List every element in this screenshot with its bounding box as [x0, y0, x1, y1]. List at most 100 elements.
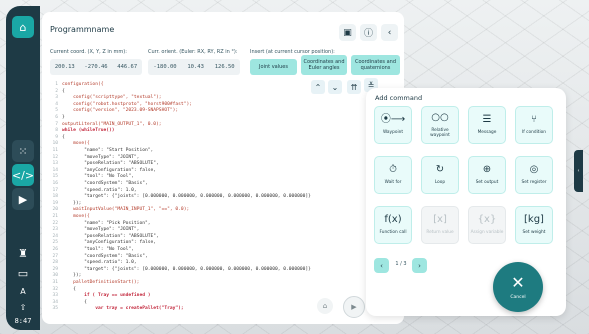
waypoint-icon: ⦿⟶ [380, 114, 406, 126]
code-text: }); [62, 200, 82, 206]
close-icon: ✕ [511, 272, 525, 292]
next-page-button[interactable]: › [412, 258, 427, 273]
code-line[interactable]: 31 palletDefinitionStart(); [42, 280, 404, 286]
code-line[interactable]: 5 config("version", "2023.09-SNAPSHOT"); [42, 108, 404, 114]
code-line[interactable]: 13 "poseRelation": "ABSOLUTE", [42, 161, 404, 167]
code-line[interactable]: 2{ [42, 89, 404, 95]
code-text: outputLiteral("MAIN_OUTPUT_1", 0.0); [62, 121, 162, 127]
code-line[interactable]: 9{ [42, 135, 404, 141]
code-line[interactable]: 15 "tool": "No Tool", [42, 174, 404, 180]
program-editor-panel: Programmname ▣ ⓘ ‹ Current coord. (X, Y,… [42, 12, 404, 324]
code-line[interactable]: 18 "target": {"joints": [0.000000, 0.000… [42, 194, 404, 200]
save-icon[interactable]: ▣ [339, 24, 356, 41]
code-line[interactable]: 3 config("scripttype", "textual"); [42, 95, 404, 101]
play-icon[interactable]: ▶ [12, 188, 34, 210]
code-line[interactable]: 16 "coordSystem": "Basis", [42, 181, 404, 187]
line-number: 23 [52, 227, 58, 233]
command-label: Function call [379, 230, 407, 236]
command-label: Relative waypoint [430, 127, 450, 138]
command-label: Set output [475, 180, 499, 186]
command-label: Loop [434, 180, 446, 186]
line-number: 15 [52, 174, 58, 180]
coords-quaternions-button[interactable]: Coordinates and quaternions [351, 55, 400, 75]
code-line[interactable]: 21 move({ [42, 214, 404, 220]
line-number: 9 [55, 134, 58, 140]
command-label: Set register [521, 180, 547, 186]
code-line[interactable]: 24 "poseRelation": "ABSOLUTE", [42, 234, 404, 240]
robot-icon[interactable]: ♜ [12, 242, 34, 264]
message-icon: ☰ [482, 114, 492, 126]
side-drawer-tab[interactable]: ‹ [574, 150, 583, 192]
command-set-output-button[interactable]: ⊕ Set output [468, 156, 506, 194]
command-set-weight-button[interactable]: [kg] Set weight [515, 206, 553, 244]
command-waypoint-button[interactable]: ⦿⟶ Waypoint [374, 106, 412, 144]
command-set-register-button[interactable]: ◎ Set register [515, 156, 553, 194]
line-number: 13 [52, 161, 58, 167]
code-icon[interactable]: </> [12, 164, 34, 186]
coords-euler-button[interactable]: Coordinates and Euler angles [301, 55, 347, 75]
code-line[interactable]: 11 "name": "Start Position", [42, 148, 404, 154]
command-label: Waypoint [382, 130, 404, 136]
arrow-up-icon[interactable]: ⇧ [12, 296, 34, 318]
run-program-icon[interactable]: ▶ [343, 296, 365, 318]
code-text: { [62, 88, 65, 94]
code-line[interactable]: 22 "name": "Pick Position", [42, 221, 404, 227]
orient-ry-value: 10.43 [187, 64, 204, 70]
line-number: 32 [52, 286, 58, 292]
line-number: 11 [52, 148, 58, 153]
code-line[interactable]: 23 "moveType": "JOINT", [42, 227, 404, 233]
code-line[interactable]: 14 "anyConfiguration": false, [42, 168, 404, 174]
code-line[interactable]: 30 }); [42, 273, 404, 279]
code-editor[interactable]: 1 configuration({2{3 config("scripttype",… [42, 78, 404, 324]
code-text: "coordSystem": "Basis", [62, 181, 148, 186]
back-icon[interactable]: ‹ [381, 24, 398, 41]
code-line[interactable]: 12 "moveType": "JOINT", [42, 155, 404, 161]
line-number: 19 [52, 200, 58, 206]
code-text: } [62, 115, 65, 120]
command-loop-button[interactable]: ↻ Loop [421, 156, 459, 194]
orient-rx-value: -180.00 [153, 64, 177, 70]
code-line[interactable]: 19 }); [42, 201, 404, 207]
code-line[interactable]: 25 "anyConfiguration": false, [42, 240, 404, 246]
code-line[interactable]: 10 move({ [42, 141, 404, 147]
code-line[interactable]: 32 { [42, 287, 404, 293]
grid-icon[interactable]: ⁙ [12, 140, 34, 162]
function-icon: f(x) [384, 214, 402, 226]
line-number: 16 [52, 181, 58, 186]
coord-y-value: -270.46 [84, 64, 108, 70]
code-line[interactable]: 4 config("robot.hostproto", "horst900#fa… [42, 102, 404, 108]
line-number: 6 [55, 115, 58, 120]
output-icon: ⊕ [482, 164, 492, 176]
home-icon[interactable]: ⌂ [12, 16, 34, 38]
orient-rz-value: 126.50 [214, 64, 235, 70]
code-line[interactable]: 20 waitInputValue("MAIN_INPUT_1", "==", … [42, 207, 404, 213]
joint-values-button[interactable]: Joint values [250, 59, 297, 75]
current-coord-values: 200.13 -270.46 446.67 [50, 59, 142, 75]
code-line[interactable]: 26 "tool": "No Tool", [42, 247, 404, 253]
code-line[interactable]: 29 "target": {"joints": [0.000000, 0.000… [42, 267, 404, 273]
line-number: 7 [55, 121, 58, 127]
command-if-condition-button[interactable]: ⑂ If condition [515, 106, 553, 144]
command-label: Message [477, 130, 497, 136]
cancel-label: Cancel [510, 294, 526, 300]
home-view-icon[interactable]: ⌂ [317, 298, 333, 314]
command-message-button[interactable]: ☰ Message [468, 106, 506, 144]
line-number: 29 [52, 266, 58, 272]
current-orient-values: -180.00 10.43 126.50 [148, 59, 240, 75]
code-line[interactable]: 1 configuration({ [42, 82, 404, 88]
info-icon[interactable]: ⓘ [360, 24, 377, 41]
command-wait-for-button[interactable]: ⏱ Wait for [374, 156, 412, 194]
line-number: 31 [52, 280, 58, 285]
code-line[interactable]: 28 "speed.ratio": 1.0, [42, 260, 404, 266]
code-line[interactable]: 8 while (whileTrue()) [42, 128, 404, 134]
code-line[interactable]: 17 "speed.ratio": 1.0, [42, 188, 404, 194]
prev-page-button[interactable]: ‹ [374, 258, 389, 273]
code-line[interactable]: 6} [42, 115, 404, 121]
command-function-call-button[interactable]: f(x) Function call [374, 206, 412, 244]
command-relative-waypoint-button[interactable]: ○○ Relative waypoint [421, 106, 459, 144]
code-line[interactable]: 7 outputLiteral("MAIN_OUTPUT_1", 0.0); [42, 122, 404, 128]
cancel-button[interactable]: ✕ Cancel [493, 262, 543, 312]
code-line[interactable]: 27 "coordSystem": "Basis", [42, 254, 404, 260]
current-orient-label: Curr. orient. (Euler: RX, RY, RZ in °): [148, 49, 238, 55]
command-assign-variable-button: {x} Assign variable [468, 206, 506, 244]
